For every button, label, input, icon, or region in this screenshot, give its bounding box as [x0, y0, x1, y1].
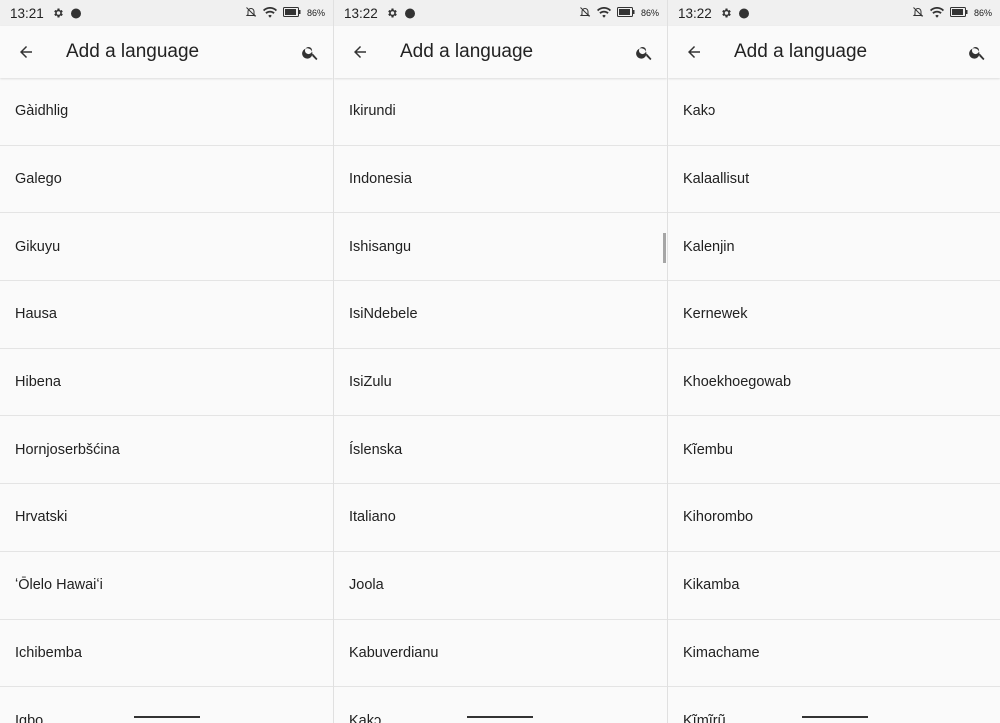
list-item[interactable]: Hornjoserbšćina [0, 416, 333, 485]
list-item[interactable]: Gikuyu [0, 213, 333, 282]
screenshot-triptych: 13:21 86% Add a language Gàidhlig Galego… [0, 0, 1000, 723]
status-bar: 13:22 86% [668, 0, 1000, 26]
app-dot-icon [738, 7, 750, 19]
battery-icon [616, 7, 635, 19]
status-time: 13:21 [10, 5, 44, 21]
search-icon [968, 46, 984, 60]
list-item[interactable]: Ikirundi [334, 78, 667, 146]
status-right: 86% [579, 6, 659, 20]
list-item[interactable]: Kalaallisut [668, 145, 1000, 214]
list-item[interactable]: Hibena [0, 348, 333, 417]
app-dot-icon [404, 7, 416, 19]
app-dot-icon [70, 7, 82, 19]
search-button[interactable] [621, 26, 667, 78]
status-right: 86% [912, 6, 992, 20]
list-item[interactable]: ʻŌlelo Hawaiʻi [0, 551, 333, 620]
battery-icon [949, 7, 968, 19]
gear-icon [720, 7, 732, 19]
arrow-back-icon [20, 46, 32, 58]
scrollbar-thumb[interactable] [663, 233, 666, 263]
back-button[interactable] [0, 26, 52, 78]
app-bar: Add a language [668, 26, 1000, 78]
wifi-icon [596, 6, 611, 20]
screen-1: 13:21 86% Add a language Gàidhlig Galego… [0, 0, 333, 723]
list-item[interactable]: IsiZulu [334, 348, 667, 417]
list-item[interactable]: Indonesia [334, 145, 667, 214]
gear-icon [52, 7, 64, 19]
list-item[interactable]: Khoekhoegowab [668, 348, 1000, 417]
language-list: Gàidhlig Galego Gikuyu Hausa Hibena Horn… [0, 78, 333, 723]
screen-2: 13:22 86% Add a language Ikirundi Indone… [334, 0, 667, 723]
arrow-back-icon [354, 46, 366, 58]
search-icon [301, 46, 317, 60]
list-item[interactable]: Kabuverdianu [334, 619, 667, 688]
battery-level: 86% [306, 8, 325, 18]
app-bar: Add a language [334, 26, 667, 78]
language-list: Ikirundi Indonesia Ishisangu IsiNdebele … [334, 78, 667, 723]
bell-off-icon [245, 6, 257, 20]
list-item[interactable]: Ichibemba [0, 619, 333, 688]
page-title: Add a language [734, 41, 868, 62]
list-item[interactable]: Kihorombo [668, 484, 1000, 552]
wifi-icon [262, 6, 277, 20]
battery-icon [282, 7, 301, 19]
status-time: 13:22 [344, 5, 378, 21]
screen-3: 13:22 86% Add a language Kakɔ Kalaallisu… [668, 0, 1000, 723]
list-item[interactable]: Kakɔ [668, 78, 1000, 146]
back-button[interactable] [334, 26, 386, 78]
list-item[interactable]: Íslenska [334, 416, 667, 485]
bell-off-icon [579, 6, 591, 20]
gear-icon [386, 7, 398, 19]
search-button[interactable] [954, 26, 1000, 78]
page-title: Add a language [66, 41, 200, 62]
list-item[interactable]: Kernewek [668, 281, 1000, 349]
status-bar: 13:22 86% [334, 0, 667, 26]
list-item[interactable]: Galego [0, 145, 333, 214]
list-item[interactable]: Hausa [0, 281, 333, 349]
status-bar: 13:21 86% [0, 0, 333, 26]
list-item[interactable]: Kĩembu [668, 416, 1000, 485]
wifi-icon [929, 6, 944, 20]
list-item[interactable]: Gàidhlig [0, 78, 333, 146]
home-indicator[interactable] [802, 716, 868, 718]
list-item[interactable]: Kalenjin [668, 213, 1000, 282]
search-icon [635, 46, 651, 60]
battery-level: 86% [973, 8, 992, 18]
page-title: Add a language [400, 41, 534, 62]
list-item[interactable]: Hrvatski [0, 484, 333, 552]
list-item[interactable]: Italiano [334, 484, 667, 552]
home-indicator[interactable] [134, 716, 200, 718]
list-item[interactable]: Kimachame [668, 619, 1000, 688]
list-item[interactable]: Kikamba [668, 551, 1000, 620]
back-button[interactable] [668, 26, 720, 78]
battery-level: 86% [640, 8, 659, 18]
list-item[interactable]: Ishisangu [334, 213, 667, 282]
search-button[interactable] [287, 26, 333, 78]
home-indicator[interactable] [467, 716, 533, 718]
list-item[interactable]: Joola [334, 551, 667, 620]
app-bar: Add a language [0, 26, 333, 78]
list-item[interactable]: IsiNdebele [334, 281, 667, 349]
status-time: 13:22 [678, 5, 712, 21]
arrow-back-icon [688, 46, 700, 58]
bell-off-icon [912, 6, 924, 20]
status-right: 86% [245, 6, 325, 20]
language-list: Kakɔ Kalaallisut Kalenjin Kernewek Khoek… [668, 78, 1000, 723]
